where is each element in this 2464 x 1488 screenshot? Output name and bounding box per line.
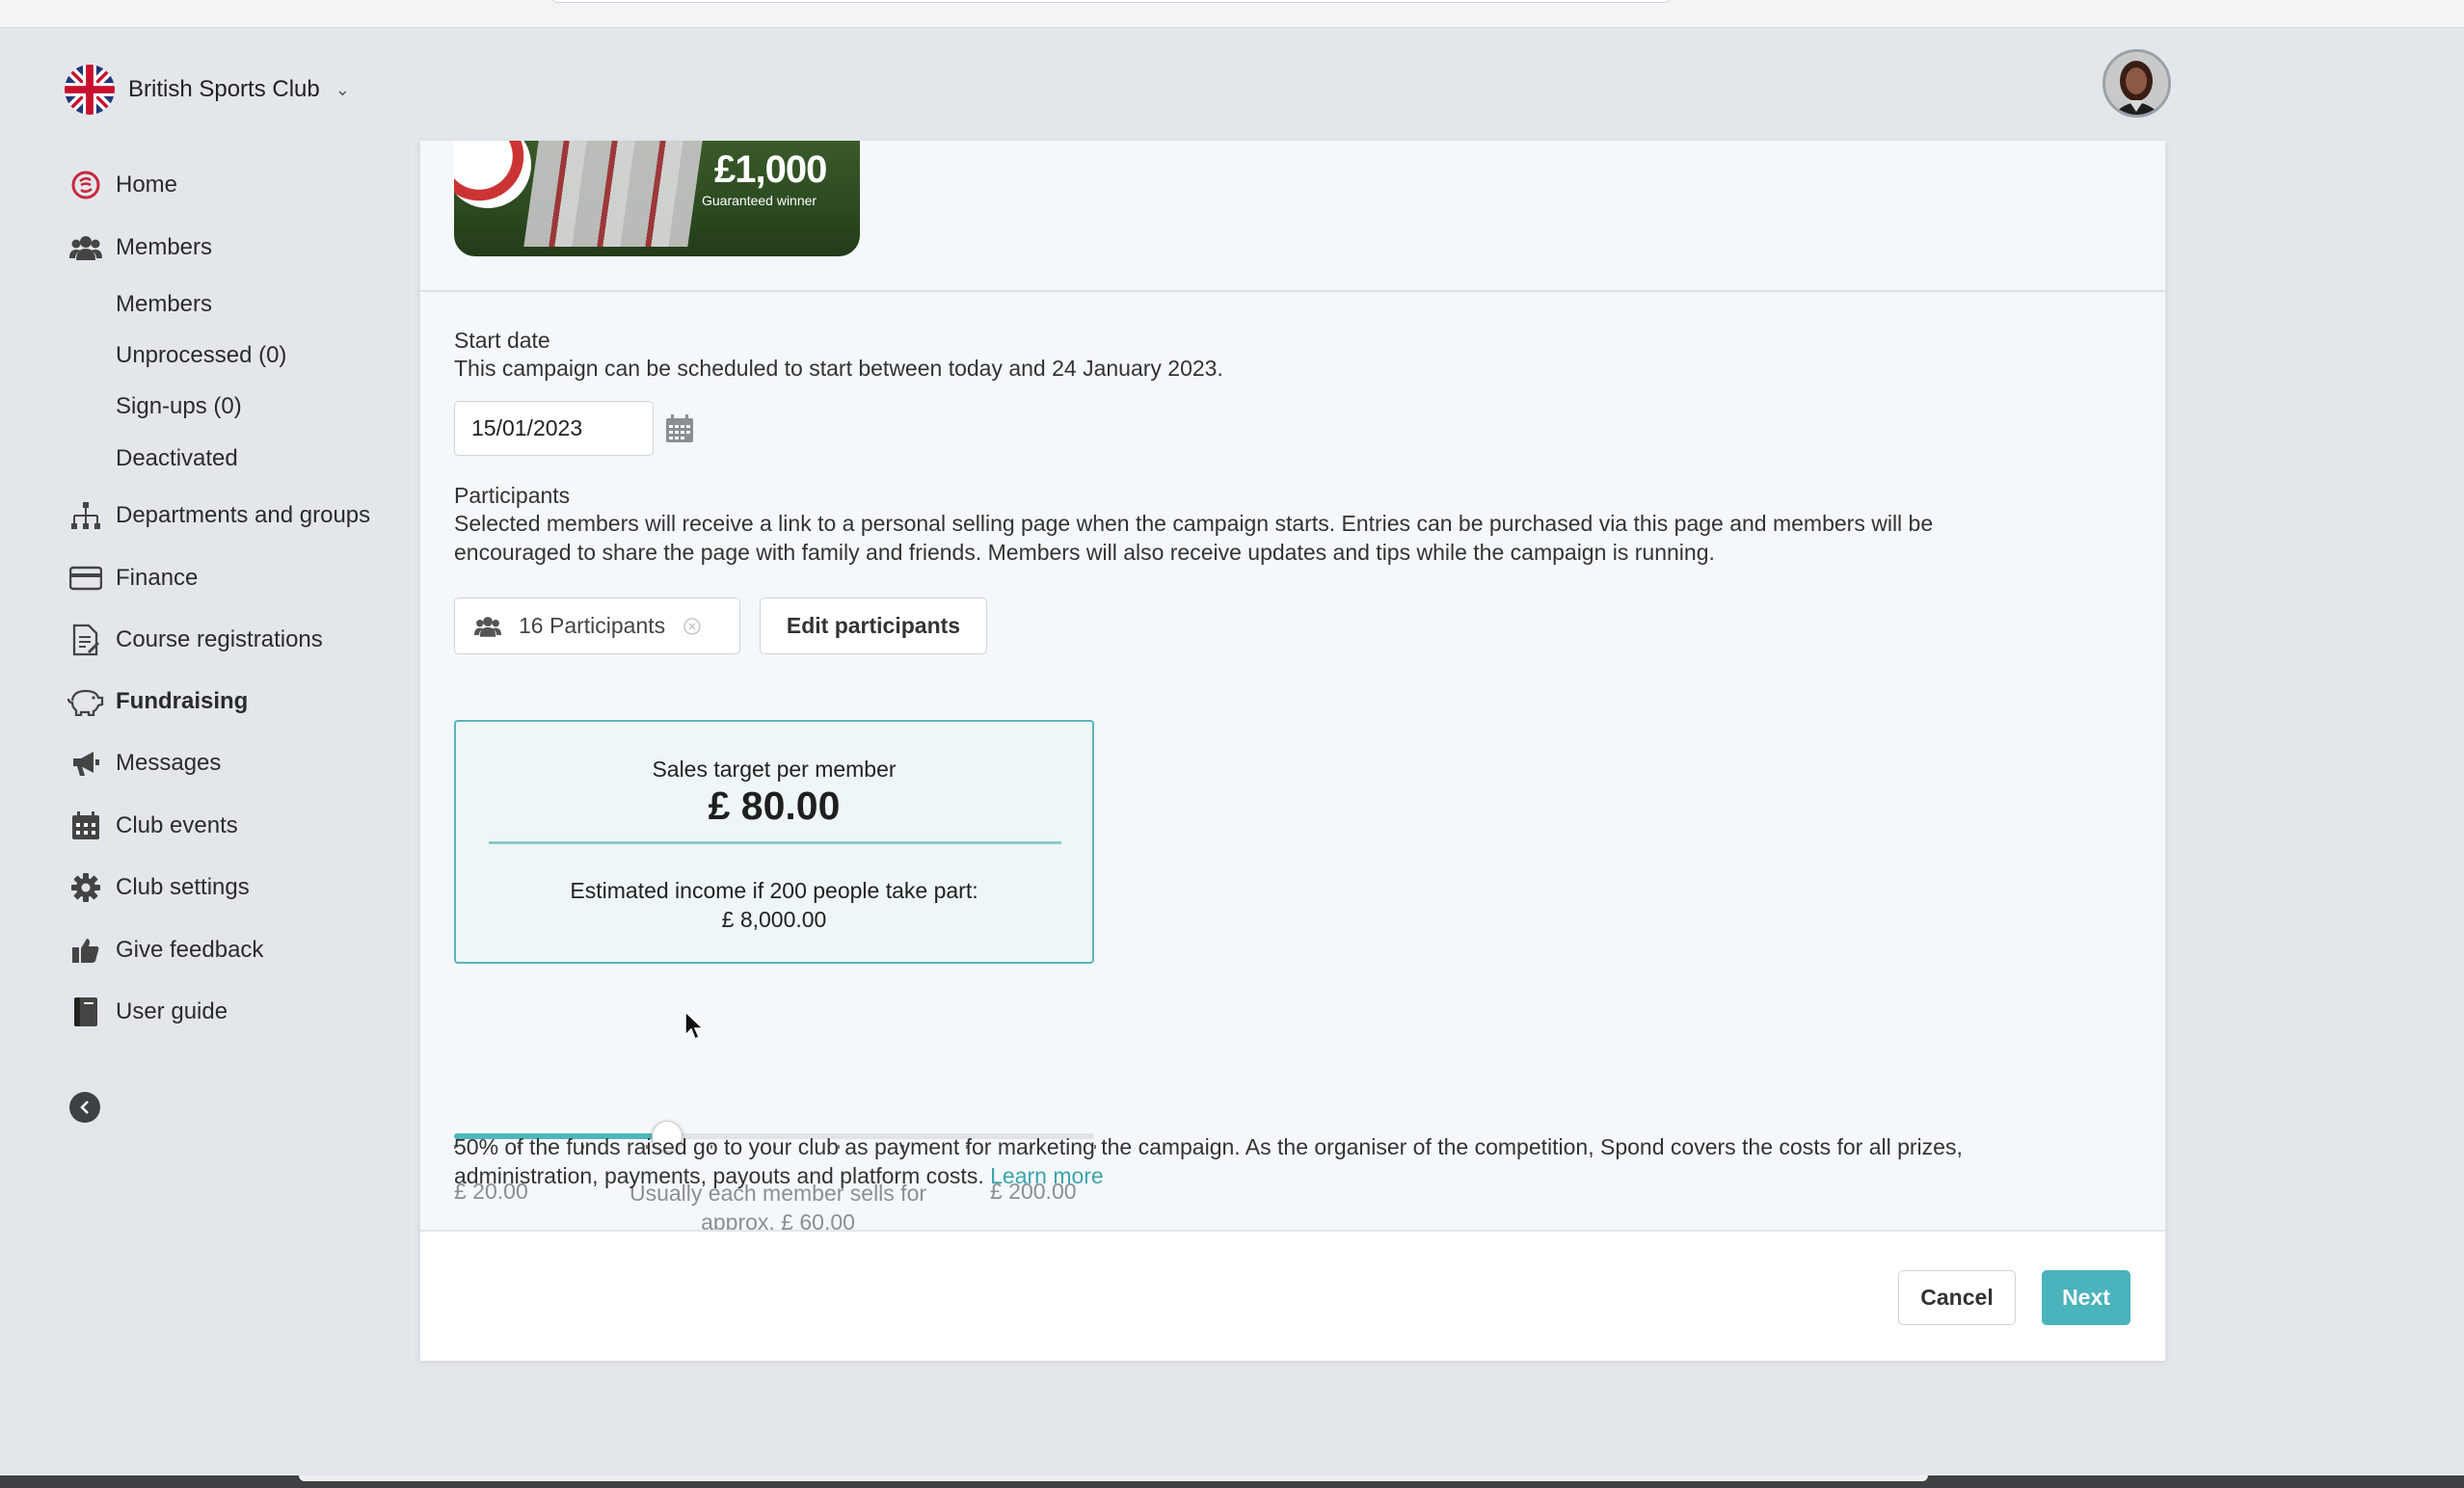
participants-chip[interactable]: 16 Participants	[454, 598, 740, 654]
sidebar-item-label: Members	[116, 291, 213, 317]
sidebar-item-label: User guide	[116, 998, 228, 1024]
sidebar-item-label: Course registrations	[116, 626, 323, 652]
cancel-button[interactable]: Cancel	[1898, 1270, 2016, 1325]
chevron-down-icon: ⌄	[335, 79, 350, 99]
footer-divider	[420, 1230, 2165, 1232]
sidebar-item-label: Messages	[116, 750, 222, 776]
sidebar-item-label: Departments and groups	[116, 502, 371, 528]
sidebar-item-label: Give feedback	[116, 937, 264, 963]
sidebar-subitem-deactivated[interactable]: Deactivated	[116, 438, 238, 480]
sidebar-item-label: Home	[116, 172, 178, 198]
sidebar-subitem-unprocessed[interactable]: Unprocessed (0)	[116, 334, 286, 377]
club-name: British Sports Club	[128, 76, 320, 102]
estimated-income-label: Estimated income if 200 people take part…	[570, 878, 978, 903]
sidebar-item-label: Club events	[116, 812, 238, 838]
start-date-label: Start date	[454, 328, 550, 353]
avatar-photo-icon	[2105, 52, 2168, 115]
sidebar-item-label: Sign-ups (0)	[116, 393, 242, 419]
sidebar-item-user-guide[interactable]: User guide	[67, 991, 228, 1033]
user-avatar[interactable]	[2102, 49, 2171, 118]
info-line1: 50% of the funds raised go to your club …	[454, 1134, 1963, 1159]
book-icon	[67, 994, 104, 1030]
start-date-input[interactable]	[454, 401, 654, 456]
sales-target-label: Sales target per member	[652, 757, 897, 782]
info-line2: administration, payments, payouts and pl…	[454, 1161, 1104, 1190]
calendar-icon	[67, 808, 104, 844]
participants-label: Participants	[454, 483, 571, 508]
credit-card-icon	[67, 560, 104, 597]
sales-target-value: £ 80.00	[708, 784, 841, 828]
info-line2-text: administration, payments, payouts and pl…	[454, 1163, 984, 1188]
collapse-sidebar-button[interactable]	[69, 1092, 100, 1123]
sidebar-item-label: Deactivated	[116, 445, 238, 471]
piggy-bank-icon	[67, 683, 104, 720]
gear-icon	[67, 869, 104, 906]
calendar-picker-icon[interactable]	[664, 413, 695, 444]
club-switcher[interactable]: British Sports Club ⌄	[65, 64, 350, 116]
bottom-dock-edge	[0, 1475, 2464, 1488]
document-icon	[67, 622, 104, 658]
sidebar-item-members[interactable]: Members	[67, 226, 212, 269]
users-icon	[474, 616, 501, 637]
sidebar-subitem-members[interactable]: Members	[116, 283, 212, 326]
sidebar-item-label: Finance	[116, 565, 199, 591]
spond-logo-icon	[67, 167, 104, 203]
football-icon	[454, 141, 531, 208]
megaphone-icon	[67, 745, 104, 782]
campaign-setup-panel: £1,000 Guaranteed winner Start date This…	[419, 141, 2166, 1361]
sidebar-item-finance[interactable]: Finance	[67, 557, 198, 599]
sidebar-item-fundraising[interactable]: Fundraising	[67, 680, 248, 723]
clear-circle-icon[interactable]	[683, 617, 702, 636]
mouse-cursor-icon	[684, 1010, 705, 1041]
edit-participants-button[interactable]: Edit participants	[760, 598, 987, 654]
sidebar-item-departments[interactable]: Departments and groups	[67, 494, 370, 537]
sales-target-card: Sales target per member £ 80.00 Estimate…	[454, 720, 1094, 964]
participants-count: 16 Participants	[519, 613, 666, 638]
sidebar-item-club-events[interactable]: Club events	[67, 805, 238, 847]
learn-more-link[interactable]: Learn more	[990, 1163, 1104, 1188]
section-divider	[420, 290, 2165, 292]
address-bar-edge	[549, 0, 1673, 3]
estimated-income-value: £ 8,000.00	[721, 907, 827, 932]
org-chart-icon	[67, 497, 104, 534]
uk-flag-icon	[65, 65, 115, 115]
card-divider	[489, 841, 1061, 844]
sidebar-item-label: Club settings	[116, 874, 250, 900]
participants-description-line2: encouraged to share the page with family…	[454, 540, 1715, 565]
sidebar-item-home[interactable]: Home	[67, 164, 177, 206]
cash-case-icon	[523, 141, 703, 247]
chevron-left-icon	[80, 1101, 89, 1114]
users-icon	[67, 229, 104, 266]
sidebar-item-club-settings[interactable]: Club settings	[67, 866, 250, 909]
thumbs-up-icon	[67, 932, 104, 969]
browser-top-strip	[0, 0, 2464, 28]
next-button[interactable]: Next	[2042, 1270, 2130, 1325]
sidebar-item-messages[interactable]: Messages	[67, 742, 221, 784]
sidebar-item-course-registrations[interactable]: Course registrations	[67, 619, 323, 661]
start-date-description: This campaign can be scheduled to start …	[454, 356, 1223, 381]
dock-pill	[299, 1475, 1928, 1481]
banner-amount: £1,000	[714, 148, 827, 191]
participants-description-line1: Selected members will receive a link to …	[454, 511, 1934, 536]
sidebar-subitem-sign-ups[interactable]: Sign-ups (0)	[116, 385, 242, 428]
sidebar-item-label: Fundraising	[116, 688, 249, 714]
sidebar-item-label: Members	[116, 234, 213, 260]
sidebar-item-give-feedback[interactable]: Give feedback	[67, 929, 263, 971]
campaign-banner-image: £1,000 Guaranteed winner	[454, 141, 860, 256]
sidebar-item-label: Unprocessed (0)	[116, 342, 287, 368]
banner-subtitle: Guaranteed winner	[702, 193, 817, 208]
